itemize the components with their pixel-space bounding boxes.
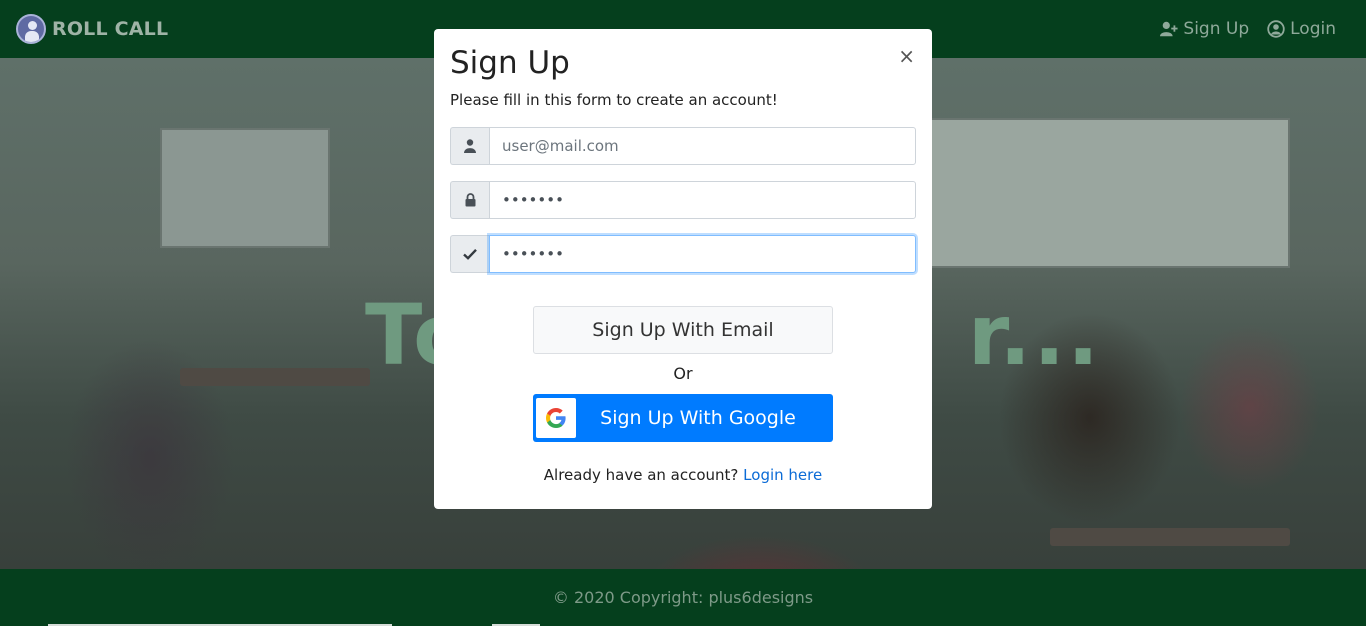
nav-login-link[interactable]: Login [1267, 19, 1336, 39]
google-logo-icon [536, 398, 576, 438]
nav-signup-link[interactable]: Sign Up [1160, 19, 1249, 39]
password-input-group [450, 181, 916, 219]
nav-login-label: Login [1290, 19, 1336, 39]
email-input-group [450, 127, 916, 165]
user-icon [450, 127, 489, 165]
user-circle-icon [1267, 20, 1285, 38]
footer: © 2020 Copyright: plus6designs [0, 569, 1366, 626]
whiteboard-right [930, 118, 1290, 268]
google-button-label: Sign Up With Google [600, 407, 796, 429]
login-prompt-row: Already have an account? Login here [450, 466, 916, 484]
desk [1050, 528, 1290, 546]
password-field[interactable] [489, 181, 916, 219]
or-divider-text: Or [673, 364, 693, 383]
login-prompt: Already have an account? [543, 466, 739, 484]
desk [180, 368, 370, 386]
lock-icon [450, 181, 489, 219]
user-plus-icon [1160, 21, 1178, 37]
email-field[interactable] [489, 127, 916, 165]
check-icon [450, 235, 489, 273]
modal-title: Sign Up [450, 45, 570, 81]
nav-signup-label: Sign Up [1183, 19, 1250, 39]
logo-icon [16, 14, 46, 44]
modal-subtitle: Please fill in this form to create an ac… [450, 91, 778, 109]
brand[interactable]: ROLL CALL [16, 14, 168, 44]
whiteboard-left [160, 128, 330, 248]
hero-text-right: r... [967, 286, 1102, 384]
signup-google-button[interactable]: Sign Up With Google [533, 394, 833, 442]
signup-modal: × Sign Up Please fill in this form to cr… [434, 29, 932, 509]
close-button[interactable]: × [898, 46, 915, 66]
confirm-password-input-group [450, 235, 916, 273]
footer-copyright: © 2020 Copyright: plus6designs [552, 588, 814, 607]
confirm-password-field[interactable] [489, 235, 916, 273]
brand-name: ROLL CALL [52, 18, 169, 40]
signup-email-button[interactable]: Sign Up With Email [533, 306, 833, 354]
nav-links: Sign Up Login [1160, 19, 1350, 39]
login-here-link[interactable]: Login here [743, 466, 822, 484]
